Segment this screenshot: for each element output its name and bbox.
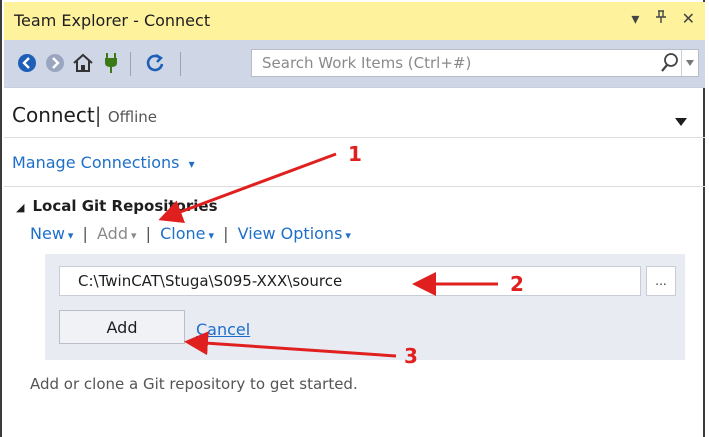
cancel-link[interactable]: Cancel: [196, 320, 250, 339]
new-link[interactable]: New ▾: [30, 224, 73, 243]
search-placeholder: Search Work Items (Ctrl+#): [262, 54, 472, 72]
search-icon[interactable]: [660, 52, 680, 78]
add-link[interactable]: Add ▾: [97, 224, 137, 243]
page-title: Connect| Offline: [12, 103, 157, 127]
search-box[interactable]: Search Work Items (Ctrl+#): [251, 49, 699, 77]
toolbar-divider: [180, 52, 181, 76]
collapse-triangle-icon[interactable]: ◢: [16, 201, 24, 214]
hint-text: Add or clone a Git repository to get sta…: [30, 375, 358, 393]
refresh-icon[interactable]: [142, 50, 168, 76]
manage-connections-link[interactable]: Manage Connections ▾: [12, 153, 195, 172]
chevron-down-icon[interactable]: [675, 111, 687, 130]
plug-icon[interactable]: [98, 50, 124, 76]
toolbar-divider: [130, 52, 131, 76]
clone-link[interactable]: Clone ▾: [160, 224, 214, 243]
repository-path-input[interactable]: [59, 266, 641, 296]
local-git-repositories-header[interactable]: ◢ Local Git Repositories: [16, 197, 218, 215]
search-dropdown-icon[interactable]: [681, 50, 698, 76]
forward-icon[interactable]: [42, 50, 68, 76]
add-repository-panel: ... Add Cancel: [45, 254, 685, 360]
chevron-down-icon: ▾: [188, 157, 195, 171]
add-button[interactable]: Add: [59, 310, 185, 344]
divider: [4, 137, 705, 138]
view-options-link[interactable]: View Options ▾: [238, 224, 351, 243]
page-title-text: Connect: [12, 103, 95, 127]
back-icon[interactable]: [14, 50, 40, 76]
title-separator: |: [94, 103, 102, 127]
repository-actions: New ▾ | Add ▾ | Clone ▾ | View Options ▾: [30, 224, 351, 243]
manage-connections-label: Manage Connections: [12, 153, 180, 172]
window-title: Team Explorer - Connect: [14, 11, 211, 30]
team-explorer-window: Team Explorer - Connect ▾ ✕ Search Work …: [0, 0, 705, 437]
dropdown-icon[interactable]: ▾: [631, 9, 639, 28]
title-bar: Team Explorer - Connect ▾ ✕: [4, 2, 705, 40]
pin-icon[interactable]: [655, 9, 672, 28]
close-icon[interactable]: ✕: [682, 9, 695, 28]
divider: [4, 186, 705, 187]
connection-status: Offline: [107, 108, 158, 126]
section-title: Local Git Repositories: [32, 197, 218, 215]
browse-button[interactable]: ...: [646, 266, 676, 296]
window-controls: ▾ ✕: [621, 9, 695, 28]
home-icon[interactable]: [70, 50, 96, 76]
toolbar: Search Work Items (Ctrl+#): [4, 40, 705, 88]
